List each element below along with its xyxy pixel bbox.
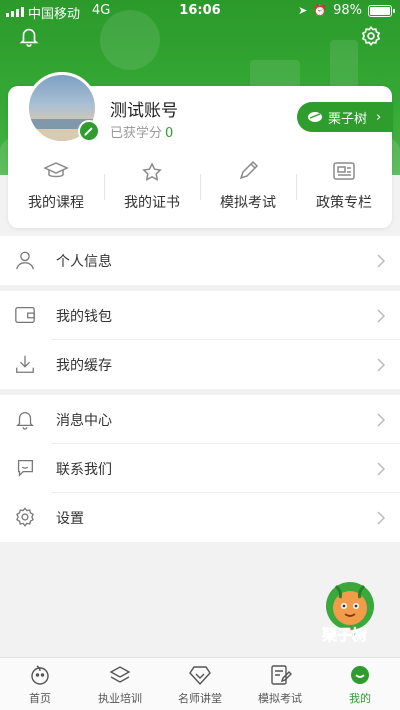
brand-button[interactable]: 栗子树 ›	[297, 102, 393, 132]
tab-master-lecture[interactable]: 名师讲堂	[160, 658, 240, 710]
graduation-cap-icon	[43, 162, 69, 178]
menu-group-other: 消息中心 联系我们 设置	[0, 395, 400, 542]
credits-label: 已获学分	[110, 126, 163, 141]
chat-icon	[17, 460, 33, 477]
policy-card-icon	[333, 162, 355, 180]
exam-icon	[271, 665, 292, 685]
layers-icon	[109, 666, 131, 683]
credits: 已获学分 0	[110, 122, 173, 141]
profile-card: 测试账号 已获学分 0 栗子树 › 我的课程 我的证书 模拟考试 政策专栏	[8, 72, 393, 228]
home-icon	[31, 665, 49, 685]
wallet-icon	[15, 307, 35, 323]
settings-gear-icon[interactable]	[360, 24, 382, 48]
tab-me[interactable]: 我的	[320, 658, 400, 710]
quick-policy-column[interactable]: 政策专栏	[296, 154, 392, 224]
star-certificate-icon	[142, 162, 162, 181]
chevron-right-icon	[377, 358, 386, 372]
tab-practice-training[interactable]: 执业培训	[80, 658, 160, 710]
edit-avatar-icon[interactable]	[78, 120, 100, 142]
quick-my-certificates[interactable]: 我的证书	[104, 154, 200, 224]
me-icon	[351, 666, 369, 684]
brand-button-label: 栗子树	[328, 111, 368, 127]
quick-actions: 我的课程 我的证书 模拟考试 政策专栏	[8, 154, 392, 224]
menu-personal-info[interactable]: 个人信息	[0, 236, 400, 285]
gear-icon	[16, 507, 34, 527]
location-icon: ➤	[298, 4, 308, 17]
menu-my-cache[interactable]: 我的缓存	[0, 340, 400, 389]
mascot-floating-button[interactable]: 栗子树	[318, 580, 382, 644]
download-icon	[16, 355, 34, 373]
menu-contact-us[interactable]: 联系我们	[0, 444, 400, 493]
diamond-icon	[189, 666, 211, 686]
menu-group-wallet: 我的钱包 我的缓存	[0, 291, 400, 389]
alarm-icon: ⏰	[313, 4, 328, 17]
pencil-icon	[239, 160, 259, 180]
chevron-right-icon	[377, 413, 386, 427]
chevron-right-icon: ›	[376, 109, 382, 125]
chevron-right-icon	[377, 254, 386, 268]
menu-message-center[interactable]: 消息中心	[0, 395, 400, 444]
menu-settings[interactable]: 设置	[0, 493, 400, 542]
bell-icon	[16, 412, 34, 430]
status-bar: 中国移动 4G 16:06 ➤ ⏰ 98%	[0, 0, 400, 22]
tab-mock-exam[interactable]: 模拟考试	[240, 658, 320, 710]
quick-mock-exam[interactable]: 模拟考试	[200, 154, 296, 224]
chevron-right-icon	[377, 309, 386, 323]
chevron-right-icon	[377, 462, 386, 476]
bell-icon[interactable]	[18, 24, 40, 48]
leaf-icon	[308, 112, 322, 122]
battery-percent: 98%	[333, 3, 362, 18]
tab-home[interactable]: 首页	[0, 658, 80, 710]
quick-my-courses[interactable]: 我的课程	[8, 154, 104, 224]
tab-bar: 首页 执业培训 名师讲堂 模拟考试 我的	[0, 657, 400, 710]
menu-group-profile: 个人信息	[0, 236, 400, 285]
chevron-right-icon	[377, 511, 386, 525]
username: 测试账号	[110, 101, 178, 121]
credits-value: 0	[165, 126, 174, 141]
menu-my-wallet[interactable]: 我的钱包	[0, 291, 400, 340]
person-icon	[16, 251, 34, 270]
battery-icon	[368, 4, 395, 17]
mascot-label: 栗子树	[322, 626, 368, 645]
